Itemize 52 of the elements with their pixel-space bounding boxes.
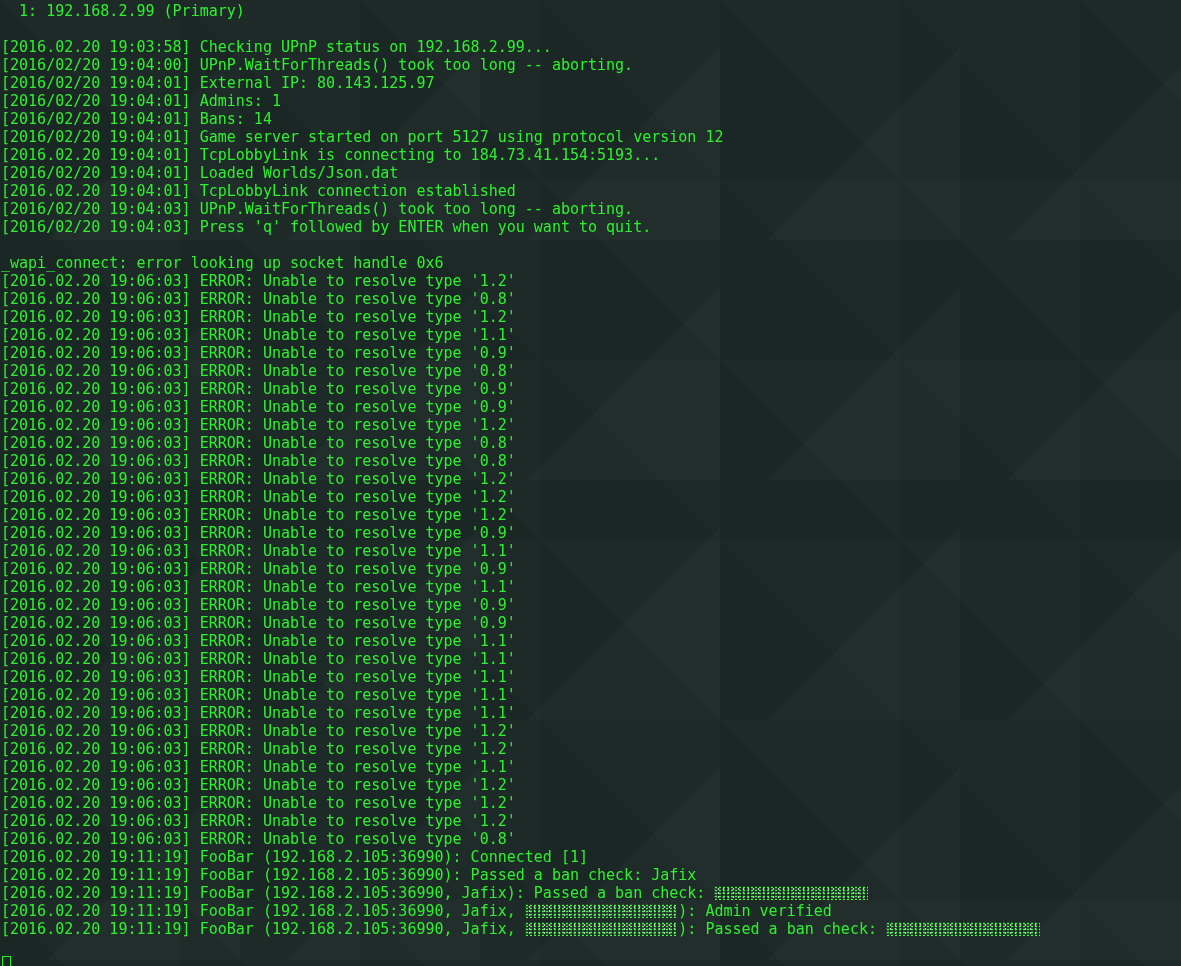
log-line: [2016/02/20 19:04:01] Bans: 14 bbox=[1, 110, 273, 128]
log-line: [2016.02.20 19:03:58] Checking UPnP status on 192.168.2.99... bbox=[1, 38, 553, 56]
log-line: [2016.02.20 19:06:03] ERROR: Unable to resolve type '1.2' bbox=[1, 794, 517, 812]
log-line: [2016.02.20 19:11:19] FooBar (192.168.2.105:36990): Passed a ban check: Jafix bbox=[1, 866, 698, 884]
log-line: [2016.02.20 19:11:19] FooBar (192.168.2.105:36990): Connected [1] bbox=[1, 848, 589, 866]
log-line: [2016.02.20 19:06:03] ERROR: Unable to resolve type '1.1' bbox=[1, 686, 517, 704]
log-text: ): Admin verified bbox=[678, 902, 832, 920]
log-line: [2016.02.20 19:06:03] ERROR: Unable to resolve type '0.8' bbox=[1, 362, 517, 380]
log-line: [2016.02.20 19:06:03] ERROR: Unable to resolve type '1.1' bbox=[1, 542, 517, 560]
log-line: [2016.02.20 19:04:01] TcpLobbyLink connection established bbox=[1, 182, 517, 200]
log-line: [2016.02.20 19:06:03] ERROR: Unable to resolve type '1.2' bbox=[1, 812, 517, 830]
log-line: [2016.02.20 19:06:03] ERROR: Unable to resolve type '1.2' bbox=[1, 272, 517, 290]
log-line: _wapi_connect: error looking up socket handle 0x6 bbox=[1, 254, 445, 272]
log-line: [2016.02.20 19:06:03] ERROR: Unable to resolve type '0.9' bbox=[1, 596, 517, 614]
log-line: [2016.02.20 19:06:03] ERROR: Unable to resolve type '1.2' bbox=[1, 506, 517, 524]
log-line: [2016/02/20 19:04:03] Press 'q' followed by ENTER when you want to quit. bbox=[1, 218, 653, 236]
log-line: [2016.02.20 19:04:01] TcpLobbyLink is connecting to 184.73.41.154:5193... bbox=[1, 146, 662, 164]
log-line: [2016.02.20 19:06:03] ERROR: Unable to resolve type '0.9' bbox=[1, 344, 517, 362]
log-line: [2016.02.20 19:06:03] ERROR: Unable to resolve type '0.8' bbox=[1, 434, 517, 452]
log-line: [2016.02.20 19:06:03] ERROR: Unable to resolve type '0.9' bbox=[1, 524, 517, 542]
log-line: [2016/02/20 19:04:01] External IP: 80.143.125.97 bbox=[1, 74, 436, 92]
log-line: [2016.02.20 19:06:03] ERROR: Unable to resolve type '1.2' bbox=[1, 470, 517, 488]
log-text: ): Passed a ban check: bbox=[678, 920, 878, 938]
log-line: [2016.02.20 19:06:03] ERROR: Unable to resolve type '1.1' bbox=[1, 326, 517, 344]
log-line: [2016.02.20 19:06:03] ERROR: Unable to resolve type '0.8' bbox=[1, 290, 517, 308]
log-line: [2016/02/20 19:04:00] UPnP.WaitForThreads() took too long -- aborting. bbox=[1, 56, 635, 74]
log-line: [2016/02/20 19:04:03] UPnP.WaitForThreads() took too long -- aborting. bbox=[1, 200, 635, 218]
log-line: 1: 192.168.2.99 (Primary) bbox=[18, 2, 246, 20]
log-text: [2016.02.20 19:11:19] FooBar (192.168.2.105:36990, Jafix, bbox=[1, 902, 517, 920]
log-line: [2016.02.20 19:06:03] ERROR: Unable to resolve type '0.9' bbox=[1, 380, 517, 398]
log-line: [2016.02.20 19:06:03] ERROR: Unable to resolve type '0.9' bbox=[1, 398, 517, 416]
log-line: [2016/02/20 19:04:01] Admins: 1 bbox=[1, 92, 282, 110]
log-line: [2016.02.20 19:06:03] ERROR: Unable to resolve type '1.2' bbox=[1, 776, 517, 794]
log-line: [2016.02.20 19:06:03] ERROR: Unable to resolve type '1.1' bbox=[1, 704, 517, 722]
log-line: [2016.02.20 19:06:03] ERROR: Unable to resolve type '1.2' bbox=[1, 722, 517, 740]
log-line: [2016/02/20 19:04:01] Loaded Worlds/Json.dat bbox=[1, 164, 400, 182]
log-line: [2016.02.20 19:06:03] ERROR: Unable to resolve type '0.9' bbox=[1, 614, 517, 632]
log-text: [2016.02.20 19:11:19] FooBar (192.168.2.105:36990, Jafix): Passed a ban check: bbox=[1, 884, 707, 902]
log-line: [2016.02.20 19:06:03] ERROR: Unable to resolve type '1.1' bbox=[1, 650, 517, 668]
log-line: [2016.02.20 19:06:03] ERROR: Unable to resolve type '1.1' bbox=[1, 758, 517, 776]
log-text: [2016.02.20 19:11:19] FooBar (192.168.2.105:36990, Jafix, bbox=[1, 920, 517, 938]
log-line: [2016.02.20 19:06:03] ERROR: Unable to resolve type '0.9' bbox=[1, 560, 517, 578]
log-line: [2016/02/20 19:04:01] Game server started on port 5127 using protocol version 12 bbox=[1, 128, 725, 146]
log-line: [2016.02.20 19:06:03] ERROR: Unable to resolve type '1.2' bbox=[1, 308, 517, 326]
log-line: [2016.02.20 19:06:03] ERROR: Unable to resolve type '0.8' bbox=[1, 830, 517, 848]
log-line: [2016.02.20 19:06:03] ERROR: Unable to resolve type '1.2' bbox=[1, 740, 517, 758]
log-line: [2016.02.20 19:06:03] ERROR: Unable to resolve type '1.2' bbox=[1, 488, 517, 506]
log-line: [2016.02.20 19:06:03] ERROR: Unable to resolve type '1.1' bbox=[1, 632, 517, 650]
log-line: [2016.02.20 19:06:03] ERROR: Unable to resolve type '1.2' bbox=[1, 416, 517, 434]
log-line: [2016.02.20 19:06:03] ERROR: Unable to resolve type '1.1' bbox=[1, 668, 517, 686]
log-line: [2016.02.20 19:06:03] ERROR: Unable to resolve type '0.8' bbox=[1, 452, 517, 470]
log-line: [2016.02.20 19:06:03] ERROR: Unable to resolve type '1.1' bbox=[1, 578, 517, 596]
